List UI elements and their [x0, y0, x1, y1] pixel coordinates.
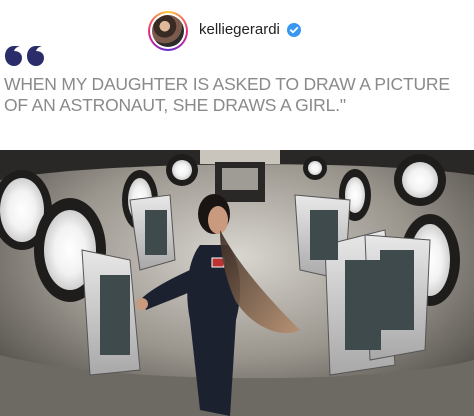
username-link[interactable]: kelliegerardi — [199, 21, 280, 39]
post-header: kelliegerardi WHEN MY DAUGHTER IS ASKED … — [0, 0, 474, 150]
verified-badge-icon — [287, 23, 301, 37]
avatar-photo — [152, 15, 184, 47]
profile-avatar[interactable] — [148, 11, 188, 51]
quote-text: WHEN MY DAUGHTER IS ASKED TO DRAW A PICT… — [4, 74, 450, 115]
quote-mark-icon — [5, 46, 44, 66]
spacecraft-cabin-image — [0, 150, 474, 416]
post-photo — [0, 150, 474, 416]
